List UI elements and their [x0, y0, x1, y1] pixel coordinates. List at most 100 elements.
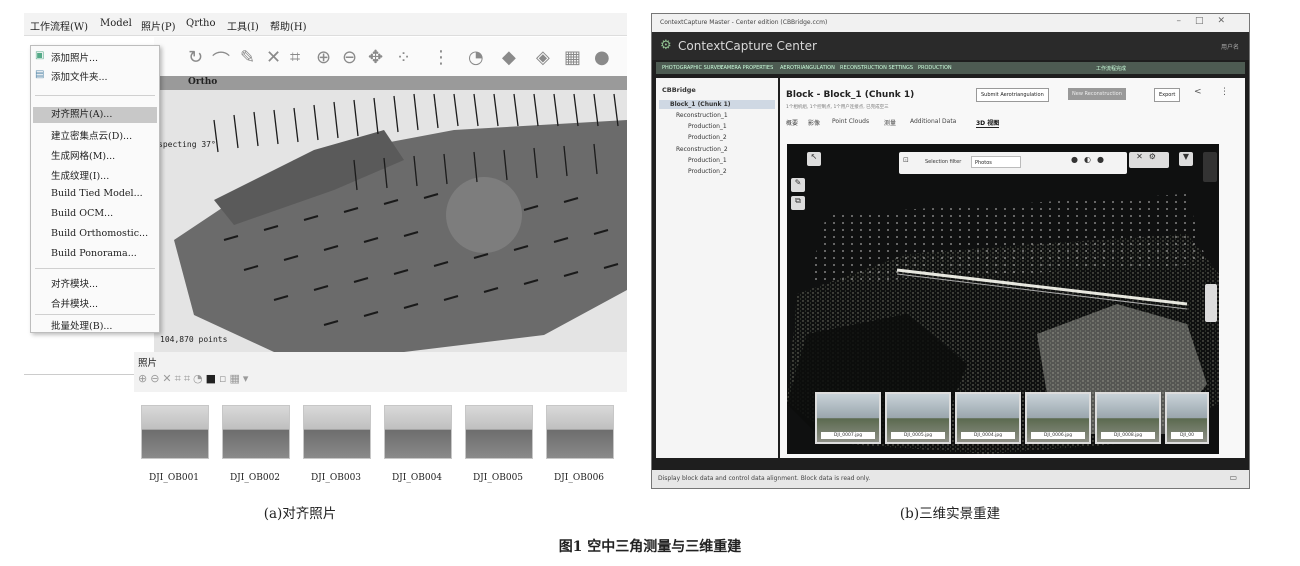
- photos-pane-header: 照片 ⊕⊖✕⌗⌗◔■▫▦▾: [134, 352, 627, 392]
- user-menu[interactable]: 用户名: [1221, 42, 1239, 51]
- tab-3d-view[interactable]: 3D 视图: [976, 118, 1000, 128]
- delete-icon[interactable]: ✕: [266, 47, 281, 68]
- menu-item-add-folder[interactable]: 添加文件夹...: [51, 69, 108, 83]
- selection-tool-icons[interactable]: ●◐●: [1071, 155, 1110, 164]
- menu-item-build-mesh[interactable]: 生成网格(M)...: [51, 148, 115, 162]
- tab-additional-data[interactable]: Additional Data: [910, 118, 956, 125]
- status-bar: Display block data and control data alig…: [652, 470, 1249, 488]
- menu-item-build-tied-model[interactable]: Build Tied Model...: [51, 188, 143, 199]
- menu-item-merge-chunks[interactable]: 合并模块...: [51, 296, 98, 310]
- workflow-dropdown-menu: ▣ 添加照片... ▤ 添加文件夹... 对齐照片(A)... 建立密集点云(D…: [30, 45, 160, 333]
- photo-filmstrip-item[interactable]: DJI_0007.jpg: [815, 392, 881, 444]
- more-options-icon[interactable]: ⋮: [1220, 87, 1229, 97]
- tree-item-production[interactable]: Production_2: [688, 134, 727, 141]
- layers-icon[interactable]: ⧉: [791, 196, 805, 210]
- menu-separator: [35, 95, 155, 96]
- zoom-out-icon[interactable]: ⊖: [342, 47, 357, 68]
- photo-thumbnail[interactable]: [222, 405, 290, 459]
- pencil-icon[interactable]: ✎: [240, 47, 255, 68]
- project-tree: CBBridge Block_1 (Chunk 1) Reconstructio…: [656, 78, 778, 458]
- selection-filter-select[interactable]: Photos: [971, 156, 1021, 168]
- menu-item-build-orthomosaic[interactable]: Build Orthomostic...: [51, 228, 148, 239]
- photo-filmstrip-item[interactable]: DJI_0005.jpg: [885, 392, 951, 444]
- tab-summary[interactable]: 概要: [786, 118, 798, 127]
- tree-item-production[interactable]: Production_2: [688, 168, 727, 175]
- tree-item-block[interactable]: Block_1 (Chunk 1): [670, 101, 731, 108]
- photo-thumbnail[interactable]: [384, 405, 452, 459]
- step-label[interactable]: 工作流程完成: [1096, 65, 1126, 72]
- photo-filmstrip-item[interactable]: DJI_0006.jpg: [1025, 392, 1091, 444]
- menu-item-align-chunks[interactable]: 对齐模块...: [51, 276, 98, 290]
- step-label[interactable]: CAMERA PROPERTIES: [720, 65, 773, 71]
- zoom-in-icon[interactable]: ⊕: [316, 47, 331, 68]
- menu-item-batch-process[interactable]: 批量处理(B)...: [51, 318, 112, 332]
- view-tools-icons[interactable]: ✕⚙: [1129, 152, 1169, 168]
- move-icon[interactable]: ✥: [368, 47, 383, 68]
- menu-tools[interactable]: 工具(I): [227, 18, 259, 33]
- menu-item-build-ocm[interactable]: Build OCM...: [51, 208, 113, 219]
- export-button[interactable]: Export: [1154, 88, 1181, 102]
- menu-workflow[interactable]: 工作流程(W): [30, 18, 88, 33]
- app-title: ContextCapture Center: [678, 39, 817, 53]
- photo-thumbnail[interactable]: [546, 405, 614, 459]
- tree-item-reconstruction[interactable]: Reconstruction_2: [676, 146, 728, 153]
- tab-point-clouds[interactable]: Point Clouds: [832, 118, 869, 125]
- menu-item-build-texture[interactable]: 生成纹理(I)...: [51, 168, 109, 182]
- cursor-tool-icon[interactable]: ↖: [807, 152, 821, 166]
- tab-measurements[interactable]: 测量: [884, 118, 896, 127]
- crop-icon[interactable]: ⌗: [290, 47, 300, 68]
- menu-ortho[interactable]: Qrtho: [186, 18, 215, 29]
- caption-panel-a: (a)对齐照片: [263, 506, 337, 522]
- photo-thumbnail[interactable]: [303, 405, 371, 459]
- tree-item-production[interactable]: Production_1: [688, 123, 727, 130]
- status-panel-icon[interactable]: ▭: [1229, 473, 1237, 482]
- thumbnail-label: DJI_OB003: [310, 473, 362, 483]
- photos-pane-title: 照片: [138, 358, 158, 369]
- 3d-viewport[interactable]: specting 37° 104,870 points: [154, 90, 627, 352]
- camera-icon[interactable]: ◆: [502, 47, 516, 68]
- menu-item-align-photos[interactable]: 对齐照片(A)...: [33, 107, 157, 123]
- filter-funnel-icon[interactable]: ▼: [1179, 152, 1193, 166]
- window-controls[interactable]: –□✕: [1176, 16, 1239, 26]
- tree-root[interactable]: CBBridge: [662, 86, 696, 94]
- tag-icon[interactable]: ◈: [536, 47, 550, 68]
- select-icon[interactable]: ⌒: [212, 47, 230, 73]
- tab-photos[interactable]: 影像: [808, 118, 820, 127]
- photo-thumbnail[interactable]: [141, 405, 209, 459]
- side-tool-buttons[interactable]: [1205, 284, 1217, 322]
- pen-tool-icon[interactable]: ✎: [791, 178, 805, 192]
- photo-thumbnail[interactable]: [465, 405, 533, 459]
- photo-filmstrip-item[interactable]: DJI_0004.jpg: [955, 392, 1021, 444]
- menu-item-build-panorama[interactable]: Build Ponorama...: [51, 248, 137, 259]
- filter-icon[interactable]: ⊡: [903, 156, 909, 164]
- step-label[interactable]: RECONSTRUCTION SETTINGS: [840, 65, 913, 71]
- rotate-icon[interactable]: ↻: [188, 47, 203, 68]
- photo-filmstrip-item[interactable]: DJI_00: [1165, 392, 1209, 444]
- ortho-tab[interactable]: Ortho: [154, 76, 627, 90]
- shape-icon[interactable]: ◔: [468, 47, 484, 68]
- view-mode-buttons[interactable]: [1203, 152, 1217, 182]
- menu-model[interactable]: Model: [100, 18, 132, 29]
- step-label[interactable]: AEROTRIANGULATION: [780, 65, 835, 71]
- menu-item-dense-cloud[interactable]: 建立密集点云(D)...: [51, 128, 132, 142]
- share-icon[interactable]: <: [1194, 87, 1202, 97]
- add-photo-icon: ▣: [35, 50, 45, 61]
- filmstrip-label: DJI_0006.jpg: [1031, 432, 1085, 439]
- globe-icon[interactable]: ●: [594, 47, 610, 68]
- tree-item-reconstruction[interactable]: Reconstruction_1: [676, 112, 728, 119]
- step-label[interactable]: PRODUCTION: [918, 65, 952, 71]
- menu-photos[interactable]: 照片(P): [141, 18, 176, 33]
- thumbnail-label: DJI_OB006: [553, 473, 605, 483]
- menu-item-add-photos[interactable]: 添加照片...: [51, 50, 98, 64]
- new-reconstruction-button[interactable]: New Reconstruction: [1068, 88, 1126, 100]
- image-icon[interactable]: ▦: [564, 47, 581, 68]
- menu-separator: [35, 314, 155, 315]
- tree-item-production[interactable]: Production_1: [688, 157, 727, 164]
- photo-filmstrip-item[interactable]: DJI_0008.jpg: [1095, 392, 1161, 444]
- menu-help[interactable]: 帮助(H): [270, 18, 307, 33]
- submit-aerotriangulation-button[interactable]: Submit Aerotriangulation: [976, 88, 1049, 102]
- photos-toolbar-icons[interactable]: ⊕⊖✕⌗⌗◔■▫▦▾: [138, 372, 251, 386]
- points-icon[interactable]: ⁘: [396, 47, 411, 68]
- grid-icon[interactable]: ⋮: [432, 47, 450, 68]
- step-label[interactable]: PHOTOGRAPHIC SURVEY: [662, 65, 723, 71]
